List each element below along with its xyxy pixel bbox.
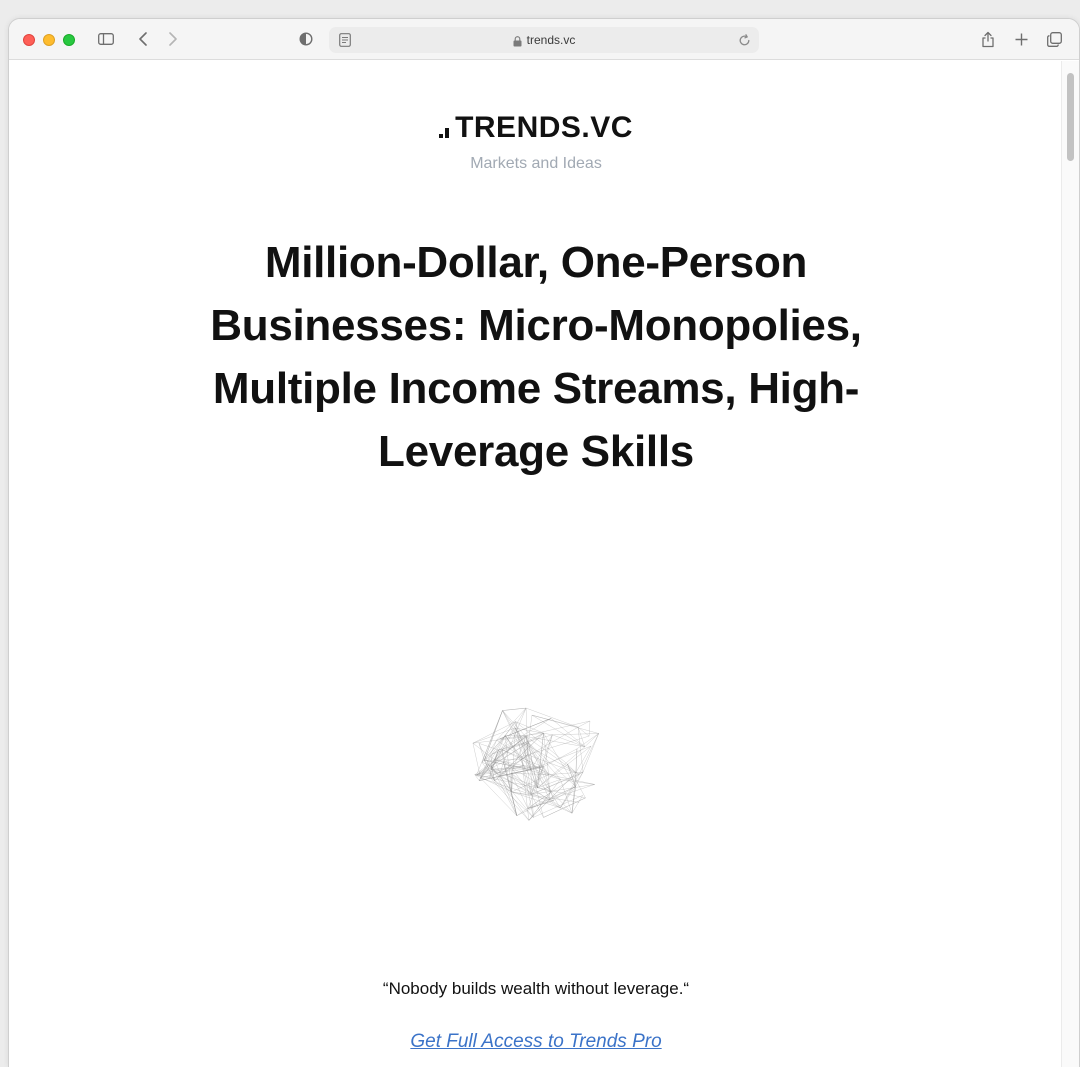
- site-tagline: Markets and Ideas: [470, 155, 602, 172]
- lock-icon: [513, 35, 522, 47]
- get-full-access-link[interactable]: Get Full Access to Trends Pro: [9, 1031, 1063, 1053]
- shield-icon[interactable]: [297, 29, 315, 49]
- network-edge: [560, 774, 580, 809]
- browser-window: trends.vc TRENDS.VC Markets and Ideas Mi…: [8, 18, 1080, 1067]
- network-edge: [530, 745, 592, 770]
- network-edge: [543, 733, 549, 775]
- back-icon[interactable]: [135, 29, 151, 49]
- network-edge: [511, 727, 516, 792]
- logo-bars-icon: [439, 116, 455, 138]
- tabs-overview-icon[interactable]: [1045, 29, 1063, 49]
- zoom-window-button[interactable]: [63, 34, 75, 46]
- network-edge: [582, 733, 599, 773]
- site-logo[interactable]: TRENDS.VC: [9, 111, 1063, 145]
- network-edge: [502, 707, 527, 711]
- minimize-window-button[interactable]: [43, 34, 55, 46]
- new-tab-icon[interactable]: [1012, 29, 1030, 49]
- network-edge: [584, 733, 599, 747]
- article-title: Million-Dollar, One-Person Businesses: M…: [210, 238, 862, 476]
- network-edge: [526, 707, 579, 728]
- article-quote: “Nobody builds wealth without leverage.“: [382, 979, 690, 998]
- network-edge: [472, 743, 481, 779]
- network-edge: [478, 743, 485, 761]
- reload-icon[interactable]: [735, 31, 753, 49]
- network-edge: [560, 779, 573, 814]
- network-edge: [502, 710, 526, 737]
- page-content: TRENDS.VC Markets and Ideas Million-Doll…: [9, 61, 1079, 1067]
- network-edge: [491, 765, 524, 770]
- network-edge: [531, 714, 599, 734]
- network-graph-illustration: [472, 707, 599, 821]
- network-edge: [494, 707, 527, 760]
- network-edge: [578, 733, 599, 775]
- network-edge: [575, 745, 592, 773]
- network-edge: [511, 791, 580, 803]
- scrollbar-thumb[interactable]: [1067, 73, 1074, 161]
- network-edge: [474, 774, 538, 789]
- network-edge: [491, 718, 552, 755]
- share-icon[interactable]: [979, 29, 997, 49]
- logo-text: TRENDS.VC: [455, 111, 633, 144]
- network-edge: [560, 807, 573, 814]
- network-edge: [472, 721, 516, 744]
- address-bar[interactable]: trends.vc: [329, 27, 759, 53]
- network-edge: [537, 745, 592, 788]
- vertical-scrollbar[interactable]: [1061, 61, 1079, 1067]
- network-edge: [577, 720, 591, 728]
- url-display[interactable]: trends.vc: [329, 27, 759, 53]
- network-edge: [552, 733, 599, 736]
- close-window-button[interactable]: [23, 34, 35, 46]
- network-edge: [503, 708, 527, 763]
- network-edge: [516, 791, 552, 816]
- forward-icon[interactable]: [165, 29, 181, 49]
- browser-toolbar: trends.vc: [9, 19, 1079, 60]
- sidebar-icon[interactable]: [97, 29, 115, 49]
- url-text: trends.vc: [526, 33, 576, 47]
